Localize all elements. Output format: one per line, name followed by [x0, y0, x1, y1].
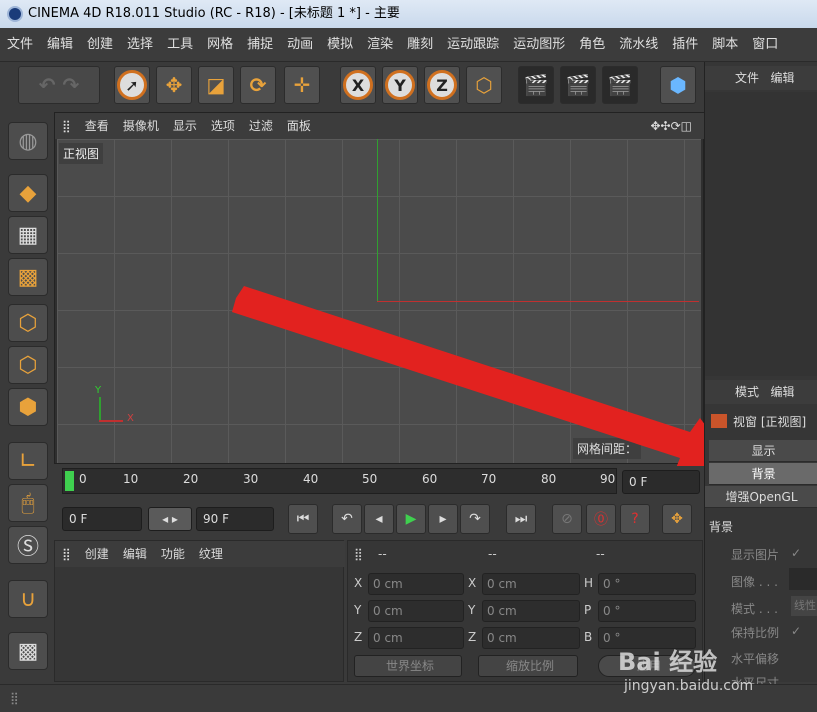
rot-p-field[interactable]: 0 ° [598, 600, 696, 622]
image-path-field[interactable] [789, 568, 817, 590]
keep-ratio-check-icon[interactable]: ✓ [791, 624, 801, 638]
tab-background[interactable]: 背景 [709, 463, 817, 485]
timeline-ruler[interactable]: 0 10 20 30 40 50 60 70 80 90 [62, 468, 617, 494]
tab-display[interactable]: 显示 [709, 440, 817, 462]
pos-z-label: Z [354, 630, 363, 644]
size-y-field[interactable]: 0 cm [482, 600, 580, 622]
next-frame-icon: ▸ [439, 511, 447, 527]
object-manager-header: 文件 编辑 [705, 66, 817, 90]
scale-ratio-dropdown[interactable]: 缩放比例 [478, 655, 578, 677]
rot-h-field[interactable]: 0 ° [598, 573, 696, 595]
record-keys-button[interactable]: ⊘ [552, 504, 582, 534]
pos-y-label: Y [354, 603, 362, 617]
size-x-label: X [468, 576, 477, 590]
material-menu: ⣿ 创建 编辑 功能 纹理 [55, 541, 345, 567]
skip-start-icon: ⏮ [296, 511, 310, 527]
key-help-button[interactable]: ? [620, 504, 650, 534]
mat-menu-texture[interactable]: 纹理 [192, 541, 230, 567]
show-image-check-icon[interactable]: ✓ [791, 546, 801, 560]
tick-10: 10 [123, 472, 139, 486]
size-z-field[interactable]: 0 cm [482, 627, 580, 649]
am-menu-edit[interactable]: 编辑 [770, 385, 794, 399]
prop-keep-ratio: 保持比例 [731, 626, 780, 640]
viewport-settings-icon [711, 414, 727, 428]
record-disabled-icon: ⊘ [561, 511, 573, 527]
tick-90: 90 [600, 472, 616, 486]
playhead[interactable] [65, 471, 74, 491]
mat-menu-create[interactable]: 创建 [78, 541, 116, 567]
size-z-label: Z [468, 630, 477, 644]
next-frame-button[interactable]: ▸ [428, 504, 458, 534]
skip-end-icon: ⏭ [514, 511, 528, 527]
end-frame-field[interactable]: 90 F [196, 507, 274, 531]
rot-b-label: B [584, 630, 593, 644]
prop-image: 图像 . . . [731, 575, 778, 589]
question-icon: ? [631, 511, 639, 527]
tick-80: 80 [541, 472, 557, 486]
play-button[interactable]: ▶ [396, 504, 426, 534]
watermark-url: jingyan.baidu.com [624, 678, 754, 694]
timeline: 0 10 20 30 40 50 60 70 80 90 0 F [54, 466, 704, 496]
prev-frame-button[interactable]: ◂ [364, 504, 394, 534]
prev-frame-icon: ◂ [375, 511, 383, 527]
am-menu-mode[interactable]: 模式 [735, 385, 759, 399]
play-icon: ▶ [405, 511, 417, 527]
mat-menu-edit[interactable]: 编辑 [116, 541, 154, 567]
tick-0: 0 [79, 472, 87, 486]
prop-h-offset: 水平偏移 [731, 652, 780, 666]
goto-start-button[interactable]: ⏮ [288, 504, 318, 534]
object-list[interactable] [705, 92, 817, 376]
tick-40: 40 [303, 472, 319, 486]
status-grip-icon: ⣿ [10, 691, 19, 705]
prop-mode: 模式 . . . [731, 602, 778, 616]
playback-bar: 0 F ◂ ▸ 90 F ⏮ ↶ ◂ ▶ ▸ ↷ ⏭ ⊘ ⓪ ? ✥ [54, 500, 704, 538]
autokey-icon: ⓪ [594, 512, 608, 528]
next-key-button[interactable]: ↷ [460, 504, 490, 534]
tick-70: 70 [481, 472, 497, 486]
key-position-button[interactable]: ✥ [662, 504, 692, 534]
om-menu-edit[interactable]: 编辑 [770, 71, 794, 85]
material-panel: ⣿ 创建 编辑 功能 纹理 [54, 540, 345, 682]
tick-60: 60 [422, 472, 438, 486]
material-grip-icon: ⣿ [62, 547, 71, 561]
world-coords-dropdown[interactable]: 世界坐标 [354, 655, 462, 677]
attribute-manager-header: 模式 编辑 [705, 380, 817, 404]
pos-y-field[interactable]: 0 cm [368, 600, 464, 622]
coord-header-rot: -- [596, 547, 605, 561]
size-x-field[interactable]: 0 cm [482, 573, 580, 595]
coord-header-pos: -- [378, 547, 387, 561]
om-menu-file[interactable]: 文件 [735, 71, 759, 85]
prev-key-button[interactable]: ↶ [332, 504, 362, 534]
rot-p-label: P [584, 603, 592, 617]
goto-end-button[interactable]: ⏭ [506, 504, 536, 534]
autokey-button[interactable]: ⓪ [586, 504, 616, 534]
section-title: 背景 [709, 520, 734, 534]
pos-x-label: X [354, 576, 363, 590]
size-y-label: Y [468, 603, 476, 617]
rot-h-label: H [584, 576, 594, 590]
tick-50: 50 [362, 472, 378, 486]
prev-key-icon: ↶ [341, 511, 353, 527]
mat-menu-function[interactable]: 功能 [154, 541, 192, 567]
coord-grip-icon: ⣿ [354, 547, 363, 561]
prop-show-image: 显示图片 [731, 548, 780, 562]
mode-dropdown[interactable]: 线性 [791, 596, 817, 616]
current-frame-field[interactable]: 0 F [622, 470, 700, 494]
start-frame-field[interactable]: 0 F [62, 507, 142, 531]
coord-header-size: -- [488, 547, 497, 561]
move-key-icon: ✥ [671, 511, 683, 527]
next-key-icon: ↷ [469, 511, 481, 527]
watermark-logo: Bai 经验 [618, 648, 718, 676]
pos-z-field[interactable]: 0 cm [368, 627, 464, 649]
frame-step-arrows[interactable]: ◂ ▸ [148, 507, 192, 531]
tick-20: 20 [183, 472, 199, 486]
tab-enhanced-opengl[interactable]: 增强OpenGL [705, 486, 817, 508]
pos-x-field[interactable]: 0 cm [368, 573, 464, 595]
tick-30: 30 [243, 472, 259, 486]
attr-title: 视窗 [正视图] [733, 415, 807, 429]
right-panel: 文件 编辑 模式 编辑 视窗 [正视图] 显示 背景 增强OpenGL 背景 显… [704, 62, 817, 690]
